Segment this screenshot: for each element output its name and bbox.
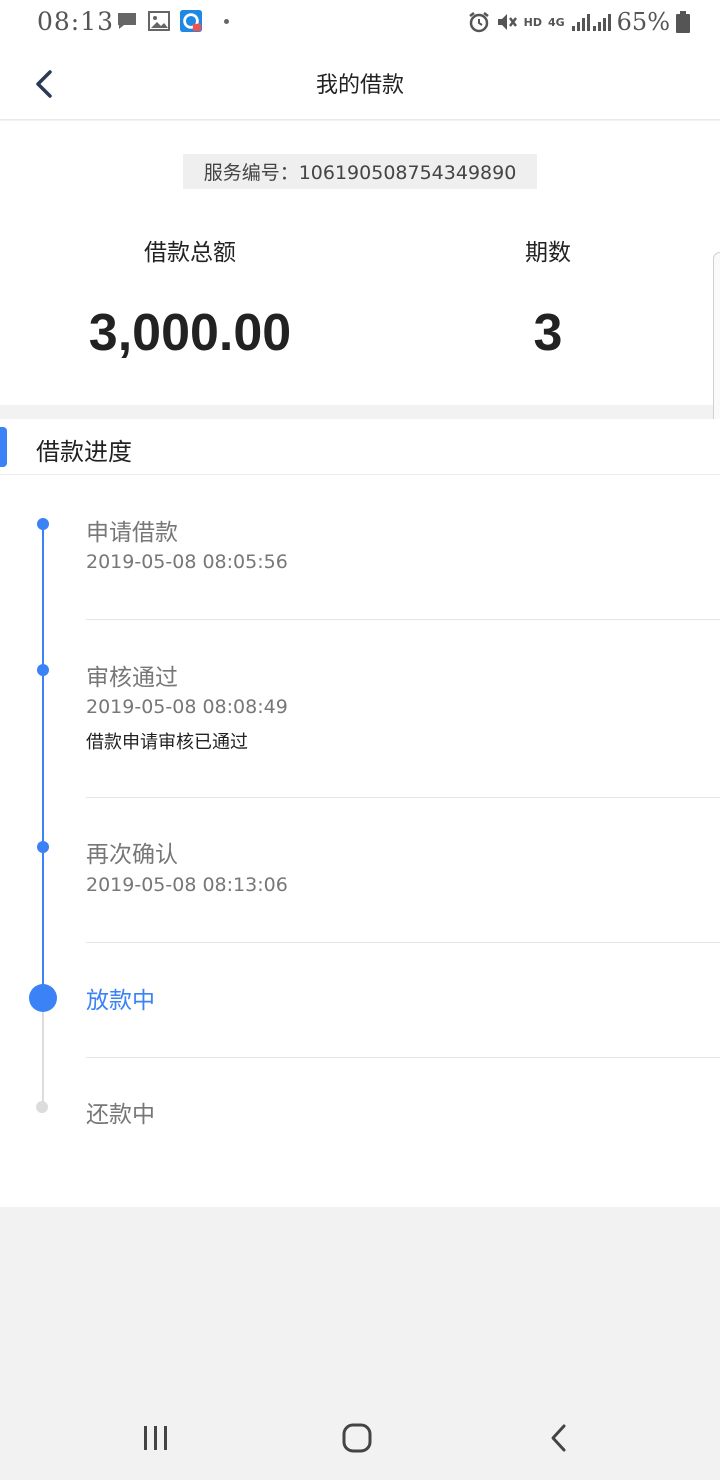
progress-title: 借款进度 — [36, 438, 132, 466]
step-dot-done — [37, 841, 49, 853]
recent-apps-icon — [144, 1426, 167, 1450]
home-button[interactable] — [332, 1416, 382, 1460]
back-icon — [551, 1424, 566, 1452]
system-nav-bar — [0, 1396, 720, 1480]
step-title: 再次确认 — [86, 842, 178, 868]
alarm-icon — [468, 12, 489, 33]
step-divider — [86, 619, 720, 620]
step-title: 申请借款 — [86, 520, 178, 546]
nav-back-button[interactable] — [534, 1416, 584, 1460]
step-divider — [86, 797, 720, 798]
step-title: 放款中 — [86, 988, 155, 1014]
hd-indicator: HD — [523, 15, 542, 29]
step-divider — [86, 1057, 720, 1058]
step-dot-pending — [36, 1101, 48, 1113]
network-type: 4G — [547, 15, 565, 29]
loan-progress: 借款进度 申请借款 2019-05-08 08:05:56 审核通过 2019-… — [0, 419, 720, 1207]
progress-header: 借款进度 — [0, 419, 720, 475]
notification-icons — [116, 10, 229, 32]
message-icon — [116, 10, 138, 32]
timeline-line-completed — [42, 524, 44, 999]
step-time: 2019-05-08 08:08:49 — [86, 696, 288, 718]
step-divider — [86, 942, 720, 943]
service-number: 服务编号：106190508754349890 — [183, 154, 537, 189]
step-dot-current — [29, 984, 57, 1012]
system-icons: HD 4G 65% — [468, 8, 690, 36]
periods-block: 期数 3 — [448, 233, 648, 359]
periods-value: 3 — [533, 304, 563, 362]
app-notification-icon — [180, 10, 202, 32]
status-time: 08:13 — [37, 7, 115, 36]
step-time: 2019-05-08 08:05:56 — [86, 551, 288, 573]
loan-summary: 服务编号：106190508754349890 借款总额 3,000.00 期数… — [0, 121, 720, 405]
more-notifications-dot — [224, 18, 229, 24]
step-time: 2019-05-08 08:13:06 — [86, 874, 288, 896]
loan-amount-label: 借款总额 — [144, 240, 236, 266]
timeline-line-pending — [42, 999, 44, 1107]
step-dot-done — [37, 664, 49, 676]
step-title: 审核通过 — [86, 665, 178, 691]
signal-icon — [571, 14, 611, 31]
battery-percent: 65% — [616, 8, 670, 36]
app-header: 我的借款 — [0, 46, 720, 120]
image-icon — [148, 10, 170, 32]
periods-label: 期数 — [525, 240, 571, 266]
section-accent-bar — [0, 427, 7, 467]
step-title: 还款中 — [86, 1102, 155, 1128]
home-icon — [342, 1423, 372, 1453]
mute-icon — [497, 14, 517, 30]
status-bar: 08:13 HD 4G 65% — [0, 0, 720, 46]
page-title: 我的借款 — [315, 73, 404, 98]
battery-icon — [676, 11, 690, 33]
step-dot-done — [37, 518, 49, 530]
loan-amount-block: 借款总额 3,000.00 — [60, 233, 320, 359]
loan-amount-value: 3,000.00 — [88, 304, 292, 362]
recent-apps-button[interactable] — [131, 1416, 181, 1460]
step-note: 借款申请审核已通过 — [86, 732, 248, 753]
